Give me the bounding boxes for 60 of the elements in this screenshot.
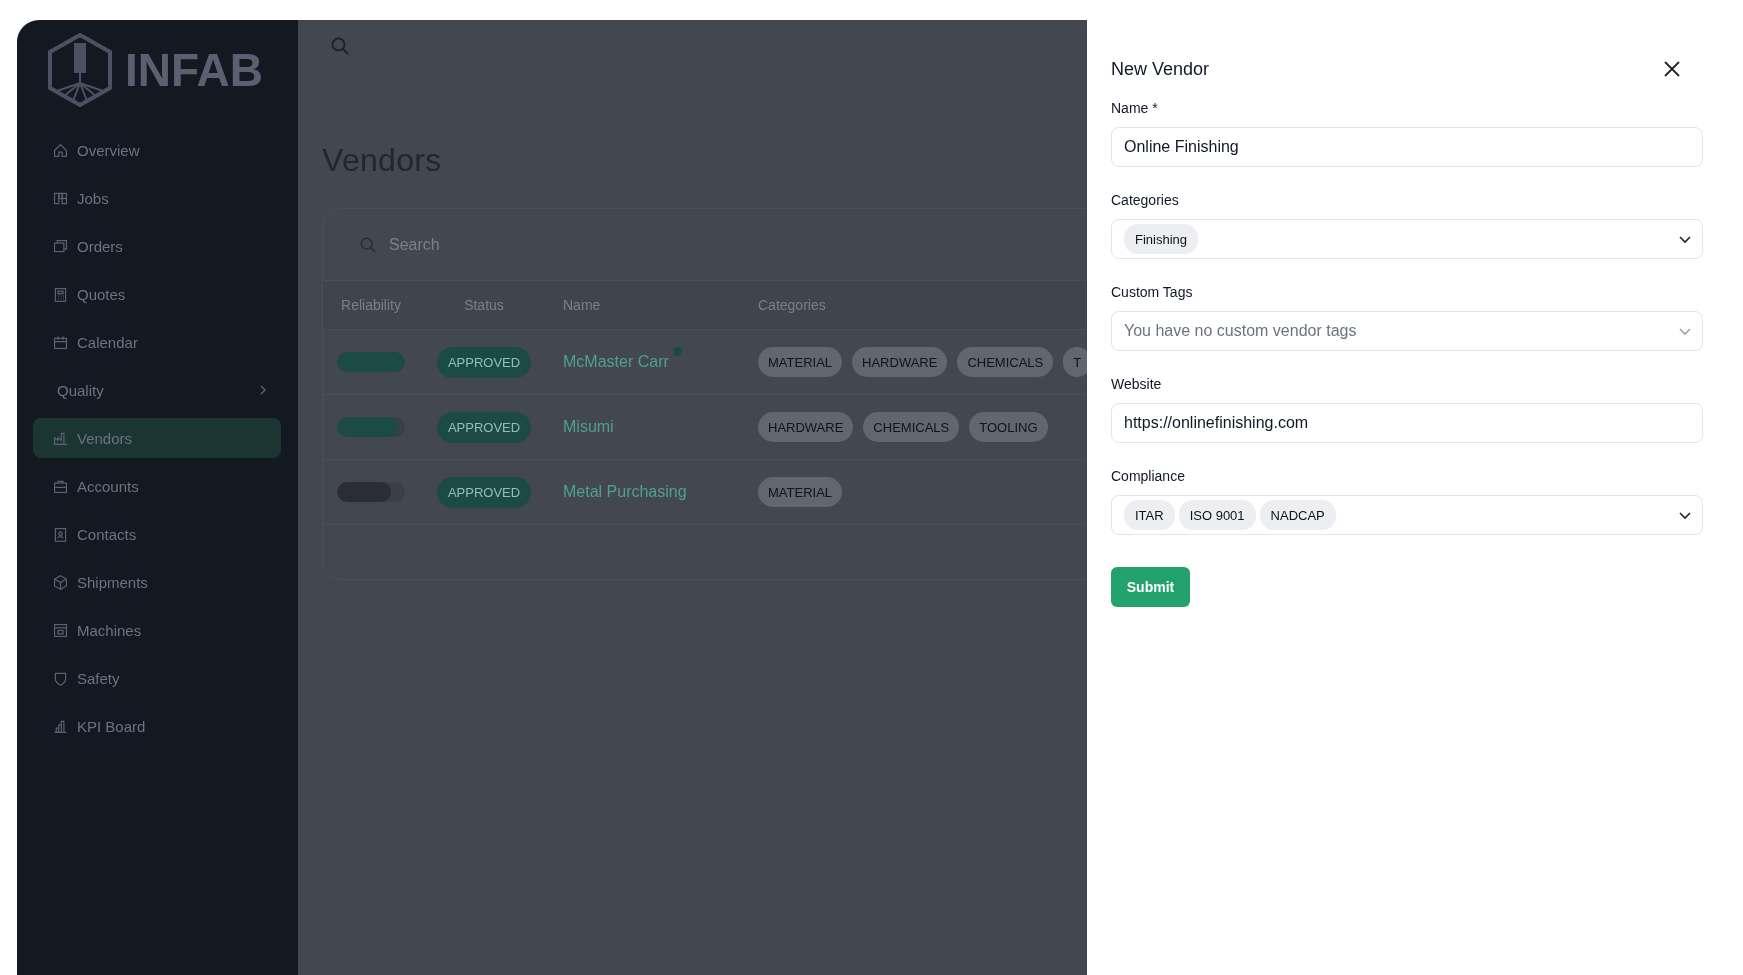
vendor-link[interactable]: Metal Purchasing (563, 483, 687, 501)
reliability-bar (337, 417, 405, 437)
nav-item[interactable]: Orders (33, 226, 281, 266)
field-label: Name * (1111, 100, 1159, 117)
close-icon[interactable] (1663, 60, 1681, 78)
submit-button[interactable]: Submit (1111, 567, 1190, 607)
select-field[interactable]: ITAR ISO 9001 NADCAP (1111, 495, 1703, 535)
reliability-bar (337, 352, 405, 372)
selected-tag[interactable]: NADCAP (1259, 500, 1336, 530)
category-tag: MATERIAL (758, 477, 843, 507)
category-tag: CHEMICALS (957, 347, 1054, 377)
field-label: Categories (1111, 192, 1180, 209)
status-badge: APPROVED (437, 476, 531, 508)
field-label: Compliance (1111, 468, 1186, 485)
machine-icon (52, 621, 69, 639)
category-tag: MATERIAL (758, 347, 843, 377)
field-label: Custom Tags (1111, 284, 1194, 301)
category-tag: T (1063, 347, 1087, 377)
select-field[interactable]: Finishing (1111, 219, 1703, 259)
nav-item[interactable]: Safety (33, 658, 281, 698)
window-icon (52, 237, 69, 255)
search-field[interactable]: Search (387, 234, 791, 255)
nav-item[interactable]: Shipments (33, 562, 281, 602)
nav-item[interactable]: Calendar (33, 322, 281, 362)
selected-tag[interactable]: Finishing (1124, 224, 1199, 254)
category-tag: TOOLING (969, 412, 1048, 442)
nav-item[interactable]: KPI Board (33, 706, 281, 746)
column-header[interactable]: Categories (758, 297, 826, 313)
logo-icon (47, 32, 113, 107)
field-label: Website (1111, 376, 1163, 393)
nav-item[interactable]: Overview (33, 130, 281, 170)
status-badge: APPROVED (437, 346, 531, 378)
selected-tag[interactable]: ISO 9001 (1178, 500, 1256, 530)
nav-item[interactable]: Machines (33, 610, 281, 650)
column-header[interactable]: Reliability (337, 297, 405, 313)
nav-item[interactable]: Jobs (33, 178, 281, 218)
text-field[interactable]: Online Finishing (1111, 127, 1703, 167)
nav-item[interactable]: Contacts (33, 514, 281, 554)
nav-group[interactable]: Quality (33, 370, 281, 410)
category-tag: CHEMICALS (863, 412, 960, 442)
text-field[interactable]: https://onlinefinishing.com (1111, 403, 1703, 443)
box-icon (52, 573, 69, 591)
nav-item[interactable]: Accounts (33, 466, 281, 506)
column-header[interactable]: Status (437, 297, 531, 313)
vendor-link[interactable]: Misumi (563, 418, 614, 436)
search-icon (359, 235, 377, 254)
column-header[interactable]: Name (563, 297, 601, 313)
nav-item[interactable]: Quotes (33, 274, 281, 314)
nav-item[interactable]: Vendors (33, 418, 281, 458)
logo-text: INFAB (125, 42, 263, 97)
panel-title: New Vendor (1111, 58, 1210, 80)
category-tag: HARDWARE (852, 347, 948, 377)
reliability-bar (337, 482, 405, 502)
home-icon (52, 141, 69, 159)
calculator-icon (52, 285, 69, 303)
category-tag: HARDWARE (758, 412, 854, 442)
contact-icon (52, 525, 69, 543)
vendor-link[interactable]: McMaster Carr (563, 353, 669, 371)
status-badge: APPROVED (437, 411, 531, 443)
selected-tag[interactable]: ITAR (1124, 500, 1175, 530)
